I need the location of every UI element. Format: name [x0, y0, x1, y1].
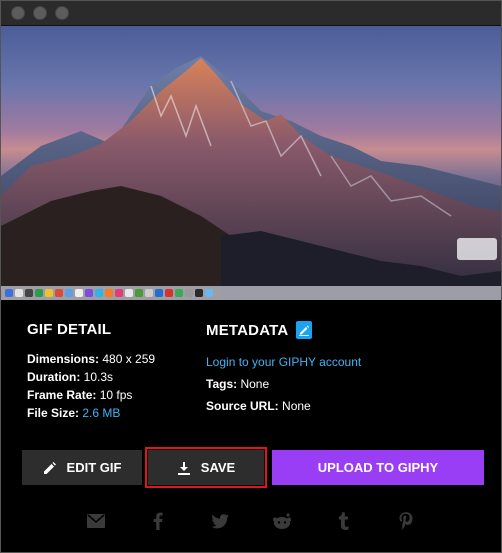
frame-rate-row: Frame Rate: 10 fps: [27, 386, 155, 404]
dimensions-label: Dimensions:: [27, 352, 100, 366]
reddit-icon[interactable]: [271, 511, 293, 531]
tumblr-icon[interactable]: [333, 511, 355, 531]
app-window: GIF DETAIL Dimensions: 480 x 259 Duratio…: [0, 0, 502, 553]
source-url-label: Source URL:: [206, 399, 279, 413]
title-bar: [1, 1, 501, 26]
duration-label: Duration:: [27, 370, 81, 384]
dock-app-icon: [165, 289, 173, 297]
metadata-header: METADATA: [206, 321, 361, 339]
dock-app-icon: [135, 289, 143, 297]
file-size-label: File Size:: [27, 406, 80, 420]
pencil-icon: [43, 461, 56, 474]
edit-metadata-icon[interactable]: [296, 321, 313, 339]
dock-app-icon: [85, 289, 93, 297]
tags-value: None: [240, 377, 270, 391]
close-window-button[interactable]: [11, 6, 25, 20]
dimensions-value: 480 x 259: [102, 352, 156, 366]
save-button[interactable]: SAVE: [145, 447, 267, 488]
dock-app-icon: [95, 289, 103, 297]
source-url-row: Source URL: None: [206, 395, 361, 417]
edit-gif-label: EDIT GIF: [66, 460, 122, 475]
dock-app-icon: [145, 289, 153, 297]
dimensions-row: Dimensions: 480 x 259: [27, 350, 155, 368]
gif-preview: [1, 26, 501, 300]
pinterest-icon[interactable]: [395, 511, 417, 531]
dock-app-icon: [65, 289, 73, 297]
dock-app-icon: [125, 289, 133, 297]
save-label: SAVE: [200, 460, 236, 475]
action-buttons: EDIT GIF SAVE UPLOAD TO GIPHY: [22, 447, 484, 488]
metadata-section: METADATA Login to your GIPHY account Tag…: [206, 321, 361, 417]
dock-app-icon: [195, 289, 203, 297]
upload-to-giphy-button[interactable]: UPLOAD TO GIPHY: [272, 450, 484, 485]
tags-row: Tags: None: [206, 373, 361, 395]
twitter-icon[interactable]: [209, 511, 231, 531]
frame-rate-value: 10 fps: [99, 388, 133, 402]
share-icons: [85, 511, 417, 531]
mail-icon[interactable]: [85, 511, 107, 531]
screenshot-popup: [457, 238, 497, 260]
gif-detail-section: GIF DETAIL Dimensions: 480 x 259 Duratio…: [27, 321, 155, 422]
gif-detail-title: GIF DETAIL: [27, 321, 112, 338]
tags-label: Tags:: [206, 377, 238, 391]
login-link[interactable]: Login to your GIPHY account: [206, 351, 361, 373]
duration-value: 10.3s: [83, 370, 114, 384]
zoom-window-button[interactable]: [55, 6, 69, 20]
dock-app-icon: [45, 289, 53, 297]
dock-app-icon: [105, 289, 113, 297]
duration-row: Duration: 10.3s: [27, 368, 155, 386]
dock-app-icon: [35, 289, 43, 297]
dock-app-icon: [155, 289, 163, 297]
upload-label: UPLOAD TO GIPHY: [317, 460, 439, 475]
file-size-value: 2.6 MB: [82, 406, 121, 420]
mountain-landscape-image: [1, 56, 501, 300]
dock-app-icon: [5, 289, 13, 297]
metadata-title: METADATA: [206, 321, 289, 339]
dock-app-icon: [75, 289, 83, 297]
file-size-row: File Size: 2.6 MB: [27, 404, 155, 422]
minimize-window-button[interactable]: [33, 6, 47, 20]
dock-app-icon: [15, 289, 23, 297]
dock-app-icon: [205, 289, 213, 297]
source-url-value: None: [282, 399, 311, 413]
frame-rate-label: Frame Rate:: [27, 388, 97, 402]
download-icon: [177, 461, 190, 475]
facebook-icon[interactable]: [147, 511, 169, 531]
dock-app-icon: [115, 289, 123, 297]
dock-app-icon: [185, 289, 193, 297]
dock-app-icon: [175, 289, 183, 297]
edit-gif-button[interactable]: EDIT GIF: [22, 450, 142, 485]
dock-app-icon: [25, 289, 33, 297]
dock-bar: [1, 286, 501, 300]
dock-app-icon: [55, 289, 63, 297]
